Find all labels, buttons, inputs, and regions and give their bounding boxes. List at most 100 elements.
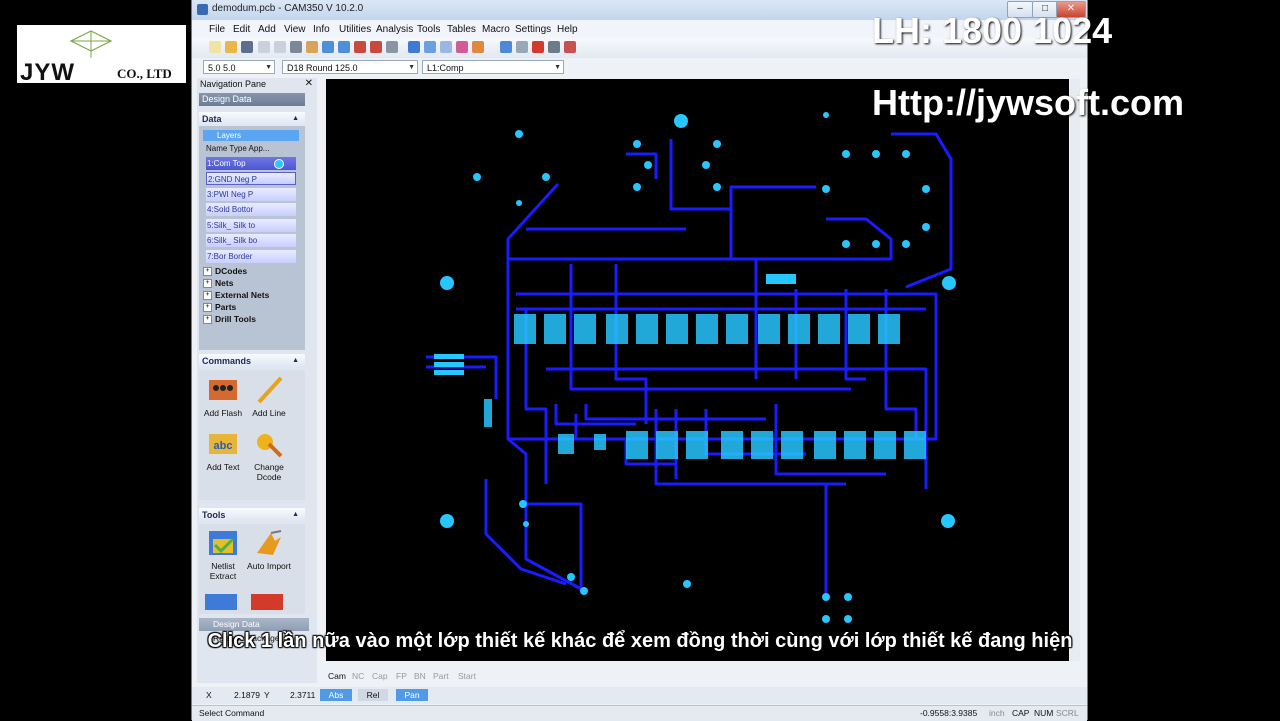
absolute-mode-button[interactable]: Abs	[320, 689, 352, 701]
pcb-edge-finger	[434, 370, 464, 375]
layers-icon[interactable]	[440, 41, 452, 53]
pcb-pad	[702, 161, 710, 169]
layers-node[interactable]: Layers	[203, 130, 299, 141]
menu-add[interactable]: Add	[258, 24, 276, 35]
layer-row[interactable]: 3:PWI Neg P	[206, 188, 296, 201]
data-section-header[interactable]: Data ▲	[199, 112, 305, 126]
chevron-down-icon: ▼	[554, 64, 561, 71]
tree-item-drill-tools[interactable]: + Drill Tools	[203, 314, 256, 325]
collapse-icon: ▲	[292, 511, 299, 518]
pcb-pad	[713, 183, 721, 191]
tool-icon[interactable]	[205, 594, 237, 610]
zoom-previous-icon[interactable]	[386, 41, 398, 53]
layer-row[interactable]: 1:Com Top	[206, 157, 296, 170]
tab-fp[interactable]: FP	[396, 671, 407, 681]
layer-row[interactable]: 7:Bor Border	[206, 250, 296, 263]
tree-item-dcodes[interactable]: + DCodes	[203, 266, 247, 277]
menu-file[interactable]: File	[209, 24, 225, 35]
tree-label: Nets	[215, 278, 234, 288]
add-line-button[interactable]: Add Line	[247, 376, 291, 418]
pcb-pad	[872, 150, 880, 158]
save-icon[interactable]	[241, 41, 253, 53]
dcode-select[interactable]: D18 Round 125.0 ▼	[282, 60, 418, 74]
vertical-scrollbar[interactable]	[1070, 79, 1080, 661]
tab-cap[interactable]: Cap	[372, 671, 388, 681]
tab-start[interactable]: Start	[458, 671, 476, 681]
pan-mode-button[interactable]: Pan	[396, 689, 428, 701]
delete-icon[interactable]	[532, 41, 544, 53]
new-icon[interactable]	[209, 41, 221, 53]
layer-name: 5:Silk_ Silk to	[207, 221, 256, 230]
open-icon[interactable]	[225, 41, 237, 53]
redraw-icon[interactable]	[306, 41, 318, 53]
tab-bn[interactable]: BN	[414, 671, 426, 681]
grid-icon[interactable]	[408, 41, 420, 53]
menu-tools[interactable]: Tools	[417, 24, 440, 35]
mirror-icon[interactable]	[564, 41, 576, 53]
x-label: X	[206, 690, 212, 700]
layer-row[interactable]: 5:Silk_ Silk to	[206, 219, 296, 232]
tree-label: Parts	[215, 302, 237, 312]
pcb-ic-footprint	[878, 314, 900, 344]
layer-row[interactable]: 2:GND Neg P	[206, 172, 296, 185]
pcb-canvas[interactable]	[326, 79, 1069, 661]
auto-import-button[interactable]: Auto Import	[247, 529, 291, 571]
menu-tables[interactable]: Tables	[447, 24, 476, 35]
menu-utilities[interactable]: Utilities	[339, 24, 371, 35]
expand-icon: +	[203, 303, 212, 313]
measure-icon[interactable]	[472, 41, 484, 53]
menu-settings[interactable]: Settings	[515, 24, 551, 35]
layer-name: 7:Bor Border	[207, 252, 253, 261]
grid-select[interactable]: 5.0 5.0 ▼	[203, 60, 275, 74]
close-pane-icon[interactable]: ✕	[305, 78, 313, 89]
tree-item-external-nets[interactable]: + External Nets	[203, 290, 269, 301]
commands-section-header[interactable]: Commands ▲	[199, 354, 305, 368]
tools-section-header[interactable]: Tools ▲	[199, 508, 305, 522]
tab-part[interactable]: Part	[433, 671, 449, 681]
print-icon[interactable]	[290, 41, 302, 53]
rotate-icon[interactable]	[548, 41, 560, 53]
menu-info[interactable]: Info	[313, 24, 330, 35]
hotline-overlay: LH: 1800 1024	[872, 10, 1113, 51]
menu-macro[interactable]: Macro	[482, 24, 510, 35]
zoom-window-icon[interactable]	[354, 41, 366, 53]
undo-icon[interactable]	[258, 41, 270, 53]
data-section-label: Data	[202, 114, 222, 124]
menu-analysis[interactable]: Analysis	[376, 24, 413, 35]
netlist-extract-label: Netlist Extract	[209, 561, 237, 581]
redo-icon[interactable]	[274, 41, 286, 53]
pcb-trace	[546, 367, 928, 489]
tool-icon[interactable]	[251, 594, 283, 610]
add-flash-button[interactable]: Add Flash	[201, 376, 245, 418]
colors-icon[interactable]	[456, 41, 468, 53]
tree-item-parts[interactable]: + Parts	[203, 302, 237, 313]
pcb-ic-footprint	[626, 431, 648, 459]
add-text-button[interactable]: abc Add Text	[201, 430, 245, 472]
num-indicator: NUM	[1034, 708, 1054, 718]
layer-select[interactable]: L1:Comp ▼	[422, 60, 564, 74]
tab-nc[interactable]: NC	[352, 671, 364, 681]
expand-icon: +	[203, 279, 212, 289]
layer-color-swatch[interactable]	[274, 159, 284, 169]
relative-mode-button[interactable]: Rel	[358, 689, 388, 701]
netlist-extract-button[interactable]: Netlist Extract	[201, 529, 245, 581]
snap-icon[interactable]	[424, 41, 436, 53]
layer-row[interactable]: 4:Sold Bottor	[206, 203, 296, 216]
zoom-in-icon[interactable]	[322, 41, 334, 53]
tab-cam[interactable]: Cam	[328, 671, 346, 681]
zoom-all-icon[interactable]	[370, 41, 382, 53]
menu-edit[interactable]: Edit	[233, 24, 250, 35]
tree-item-nets[interactable]: + Nets	[203, 278, 234, 289]
menu-view[interactable]: View	[284, 24, 306, 35]
menu-help[interactable]: Help	[557, 24, 578, 35]
move-icon[interactable]	[500, 41, 512, 53]
design-data-header: Design Data	[199, 93, 305, 106]
change-dcode-button[interactable]: Change Dcode	[247, 430, 291, 482]
pcb-artwork	[426, 112, 956, 623]
layer-row[interactable]: 6:Silk_ Silk bo	[206, 234, 296, 247]
zoom-out-icon[interactable]	[338, 41, 350, 53]
pcb-ic-footprint	[574, 314, 596, 344]
pcb-pad	[519, 500, 527, 508]
layer-value: L1:Comp	[427, 63, 464, 73]
copy-icon[interactable]	[516, 41, 528, 53]
